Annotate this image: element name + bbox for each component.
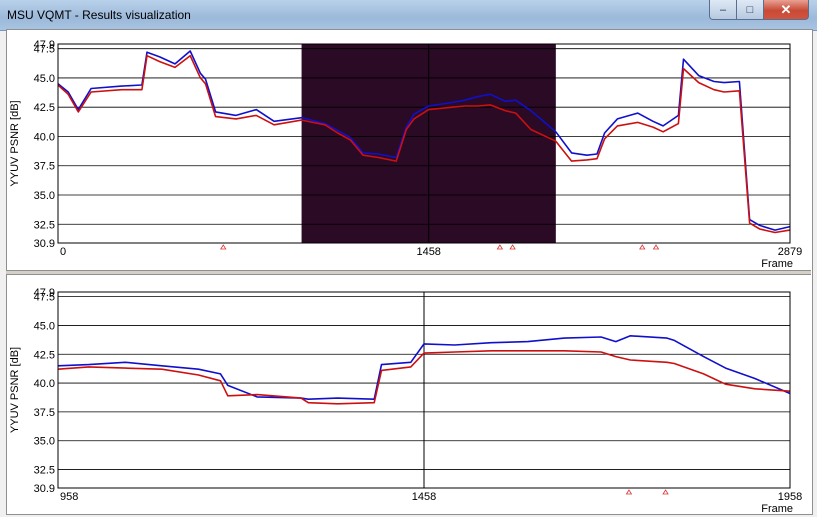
x-tick-label: 958 <box>60 491 78 503</box>
y-axis-label: YYUV PSNR [dB] <box>9 347 21 433</box>
y-tick-label: 35.0 <box>34 436 55 448</box>
y-tick-label: 32.5 <box>34 465 55 477</box>
y-tick-label: 47.5 <box>34 292 55 304</box>
y-tick-label: 40.0 <box>34 378 55 390</box>
frame-marker <box>662 489 669 495</box>
y-tick-label: 37.5 <box>34 407 55 419</box>
x-tick-label: 1458 <box>412 491 436 503</box>
x-axis-label: Frame <box>761 503 793 515</box>
zoomed-chart[interactable]: 47.947.545.042.540.037.535.032.530.9YYUV… <box>0 0 817 517</box>
y-tick-label: 42.5 <box>34 349 55 361</box>
y-tick-label: 45.0 <box>34 320 55 332</box>
frame-marker <box>625 489 633 495</box>
x-tick-label: 1958 <box>778 491 802 503</box>
y-tick-label: 30.9 <box>34 483 55 495</box>
